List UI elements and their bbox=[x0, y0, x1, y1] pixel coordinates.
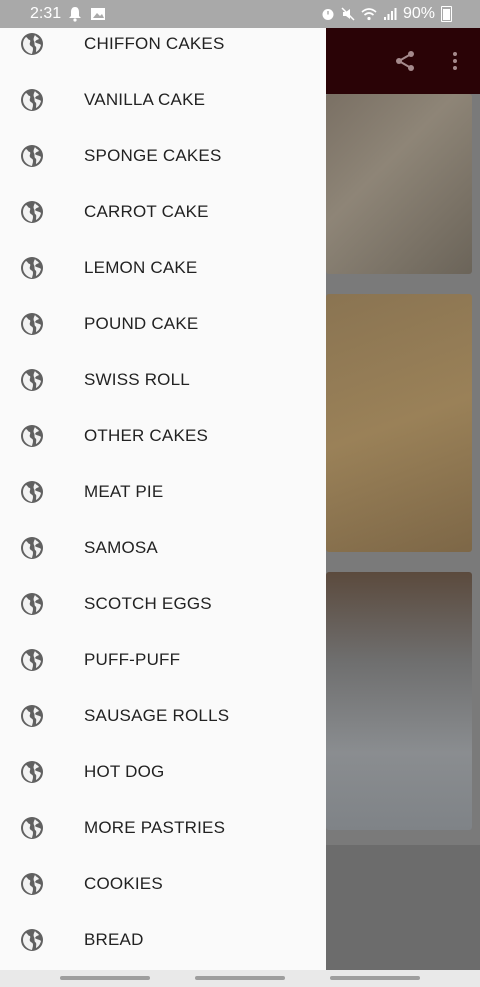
globe-icon bbox=[21, 873, 43, 895]
globe-icon bbox=[21, 313, 43, 335]
drawer-menu-item-label: OTHER CAKES bbox=[84, 426, 209, 445]
drawer-menu-item-label: SAMOSA bbox=[84, 538, 158, 557]
drawer-menu-item-label: CARROT CAKE bbox=[84, 202, 209, 221]
recents-button[interactable] bbox=[60, 976, 150, 980]
share-button[interactable] bbox=[390, 46, 420, 76]
drawer-menu-item-label: SWISS ROLL bbox=[84, 370, 190, 389]
globe-icon bbox=[21, 649, 43, 671]
drawer-menu-item[interactable]: SCOTCH EGGS bbox=[0, 576, 326, 632]
drawer-menu-item-label: CHIFFON CAKES bbox=[84, 34, 225, 53]
globe-icon bbox=[21, 481, 43, 503]
drawer-menu-item[interactable]: MORE PASTRIES bbox=[0, 800, 326, 856]
drawer-menu-item[interactable]: CHIFFON CAKES bbox=[0, 28, 326, 72]
status-time: 2:31 bbox=[30, 5, 62, 22]
globe-icon bbox=[21, 369, 43, 391]
drawer-menu-item-label: PUFF-PUFF bbox=[84, 650, 181, 669]
mute-icon bbox=[341, 7, 355, 21]
globe-icon bbox=[21, 761, 43, 783]
alarm-icon bbox=[322, 9, 334, 20]
drawer-menu-item-label: POUND CAKE bbox=[84, 314, 199, 333]
bell-icon bbox=[69, 7, 81, 22]
drawer-menu-item[interactable]: HOT DOG bbox=[0, 744, 326, 800]
navigation-drawer: CHIFFON CAKES VANILLA CAKE SPONGE CAKES … bbox=[0, 28, 326, 970]
status-bar: 2:31 90% bbox=[0, 0, 480, 28]
recipe-card-image[interactable] bbox=[326, 294, 472, 552]
content-area bbox=[326, 845, 480, 970]
globe-icon bbox=[21, 425, 43, 447]
recipe-card-image[interactable] bbox=[326, 94, 472, 274]
more-vert-icon bbox=[453, 52, 457, 70]
globe-icon bbox=[21, 257, 43, 279]
back-button[interactable] bbox=[330, 976, 420, 980]
recipe-card-image[interactable] bbox=[326, 572, 472, 830]
drawer-menu-item-label: HOT DOG bbox=[84, 762, 165, 781]
globe-icon bbox=[21, 593, 43, 615]
signal-icon bbox=[383, 8, 397, 20]
drawer-menu-item[interactable]: VANILLA CAKE bbox=[0, 72, 326, 128]
home-button[interactable] bbox=[195, 976, 285, 980]
globe-icon bbox=[21, 929, 43, 951]
drawer-menu-item-label: SAUSAGE ROLLS bbox=[84, 706, 230, 725]
drawer-menu-item-label: COOKIES bbox=[84, 874, 163, 893]
drawer-menu-list: CHIFFON CAKES VANILLA CAKE SPONGE CAKES … bbox=[0, 28, 326, 968]
drawer-menu-item[interactable]: PUFF-PUFF bbox=[0, 632, 326, 688]
globe-icon bbox=[21, 145, 43, 167]
more-options-button[interactable] bbox=[440, 46, 470, 76]
globe-icon bbox=[21, 89, 43, 111]
drawer-menu-item-label: MORE PASTRIES bbox=[84, 818, 226, 837]
drawer-menu-item[interactable]: MEAT PIE bbox=[0, 464, 326, 520]
wifi-icon bbox=[361, 8, 377, 21]
globe-icon bbox=[21, 33, 43, 55]
drawer-menu-item[interactable]: POUND CAKE bbox=[0, 296, 326, 352]
drawer-menu-item-label: BREAD bbox=[84, 930, 144, 949]
drawer-menu-item[interactable]: SAUSAGE ROLLS bbox=[0, 688, 326, 744]
battery-icon bbox=[441, 6, 452, 22]
drawer-menu-item[interactable]: CARROT CAKE bbox=[0, 184, 326, 240]
system-navigation-bar bbox=[0, 970, 480, 987]
drawer-menu-item[interactable]: COOKIES bbox=[0, 856, 326, 912]
drawer-menu-item-label: LEMON CAKE bbox=[84, 258, 198, 277]
drawer-menu-item-label: SCOTCH EGGS bbox=[84, 594, 212, 613]
drawer-menu-item[interactable]: SAMOSA bbox=[0, 520, 326, 576]
drawer-menu-item-label: SPONGE CAKES bbox=[84, 146, 222, 165]
globe-icon bbox=[21, 817, 43, 839]
globe-icon bbox=[21, 201, 43, 223]
battery-percent: 90% bbox=[402, 5, 435, 22]
drawer-menu-item-label: MEAT PIE bbox=[84, 482, 164, 501]
globe-icon bbox=[21, 705, 43, 727]
share-icon bbox=[396, 51, 414, 71]
globe-icon bbox=[21, 537, 43, 559]
drawer-menu-item[interactable]: OTHER CAKES bbox=[0, 408, 326, 464]
drawer-menu-item[interactable]: SPONGE CAKES bbox=[0, 128, 326, 184]
drawer-menu-item-label: VANILLA CAKE bbox=[84, 90, 206, 109]
drawer-menu-item[interactable]: SWISS ROLL bbox=[0, 352, 326, 408]
image-icon bbox=[91, 8, 105, 20]
drawer-menu-item[interactable]: LEMON CAKE bbox=[0, 240, 326, 296]
drawer-menu-item[interactable]: BREAD bbox=[0, 912, 326, 968]
